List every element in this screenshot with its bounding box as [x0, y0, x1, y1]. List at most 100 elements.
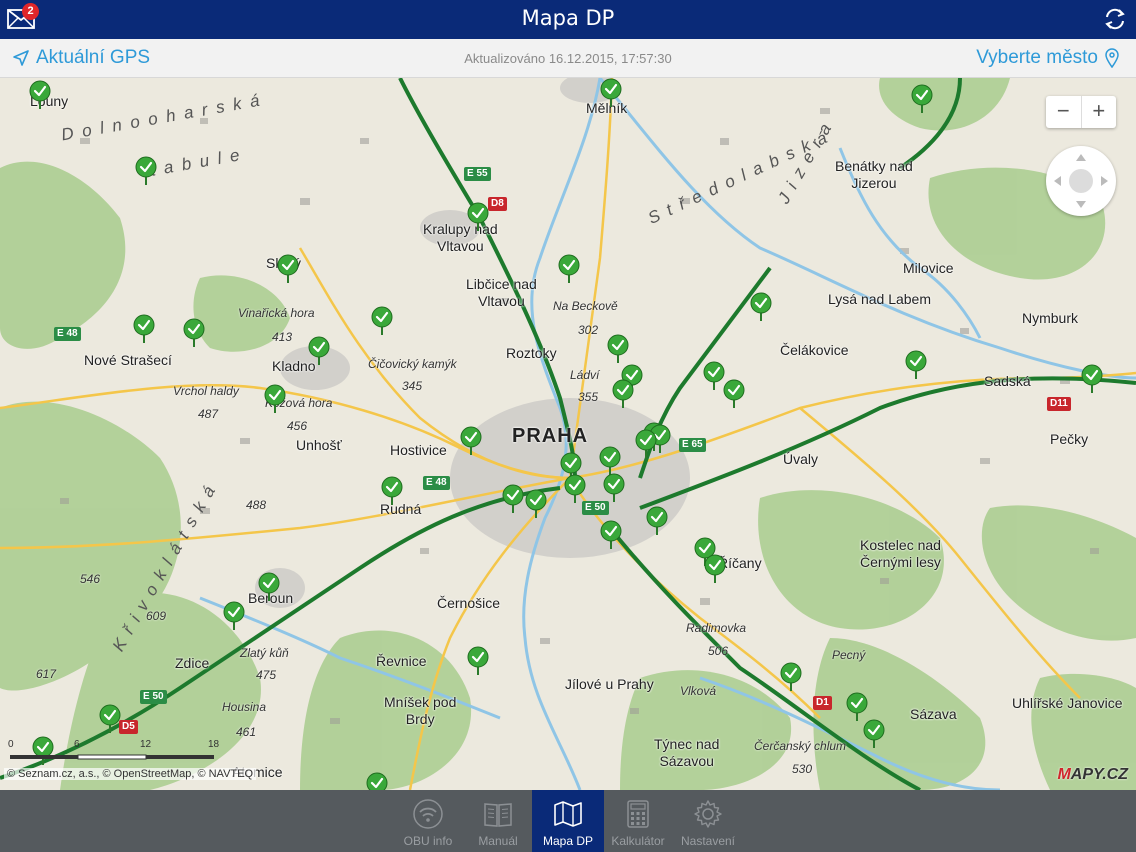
station-pin[interactable] — [703, 361, 725, 391]
checkmark-pin-icon — [183, 318, 205, 347]
station-pin[interactable] — [558, 254, 580, 284]
station-pin[interactable] — [600, 520, 622, 550]
zoom-control: − + — [1046, 96, 1116, 128]
station-pin[interactable] — [460, 426, 482, 456]
station-pin[interactable] — [704, 554, 726, 584]
checkmark-pin-icon — [135, 156, 157, 185]
station-pin[interactable] — [29, 80, 51, 110]
hill-label: 355 — [578, 390, 599, 404]
zoom-out-button[interactable]: − — [1046, 96, 1082, 128]
station-pin[interactable] — [599, 446, 621, 476]
status-bar: Aktuální GPS Aktualizováno 16.12.2015, 1… — [0, 39, 1136, 78]
hill-label: 530 — [792, 762, 813, 776]
wifi-icon — [413, 799, 443, 829]
tab-label: Manuál — [478, 834, 518, 848]
hill-label: Čičovický kamýk — [368, 357, 457, 371]
map-attribution[interactable]: © Seznam.cz, a.s., © OpenStreetMap, © NA… — [4, 768, 257, 780]
station-pin[interactable] — [750, 292, 772, 322]
checkmark-pin-icon — [308, 336, 330, 365]
tab-obu-info[interactable]: OBU info — [392, 790, 464, 852]
map-view[interactable]: D o l n o o h a r s k á t a b u l e S t … — [0, 78, 1136, 790]
hill-label: Ládví — [570, 368, 600, 382]
town-label: Hostivice — [390, 442, 447, 458]
tab-mapa-dp[interactable]: Mapa DP — [532, 790, 604, 852]
map-icon — [554, 801, 582, 827]
select-city-button[interactable]: Vyberte město — [976, 47, 1120, 69]
book-icon — [484, 803, 512, 827]
station-pin[interactable] — [905, 350, 927, 380]
station-pin[interactable] — [502, 484, 524, 514]
gear-icon — [694, 800, 722, 828]
station-pin[interactable] — [723, 379, 745, 409]
tab-manual[interactable]: Manuál — [462, 790, 534, 852]
hill-label: Zlatý kůň — [240, 646, 289, 660]
checkmark-pin-icon — [607, 334, 629, 363]
town-label: Zdice — [175, 655, 210, 671]
station-pin[interactable] — [780, 662, 802, 692]
tab-label: Mapa DP — [542, 834, 594, 848]
station-pin[interactable] — [612, 379, 634, 409]
station-pin[interactable] — [1081, 364, 1103, 394]
station-pin[interactable] — [467, 202, 489, 232]
checkmark-pin-icon — [635, 429, 657, 458]
tab-label: OBU info — [403, 834, 453, 848]
town-label: Kostelec nad Černými lesy — [860, 537, 941, 570]
hill-label: 302 — [578, 323, 599, 337]
station-pin[interactable] — [258, 572, 280, 602]
zoom-in-button[interactable]: + — [1082, 96, 1117, 128]
tab-label: Kalkulátor — [611, 834, 665, 848]
station-pin[interactable] — [607, 334, 629, 364]
pan-control[interactable] — [1046, 146, 1116, 216]
station-pin[interactable] — [646, 506, 668, 536]
station-pin[interactable] — [277, 254, 299, 284]
hill-label: 345 — [402, 379, 423, 393]
station-pin[interactable] — [863, 719, 885, 749]
station-pin[interactable] — [264, 384, 286, 414]
station-pin[interactable] — [381, 476, 403, 506]
station-pin[interactable] — [911, 84, 933, 114]
tab-nastaveni[interactable]: Nastavení — [672, 790, 744, 852]
select-city-label: Vyberte město — [976, 47, 1098, 68]
town-label: Černošice — [437, 595, 501, 611]
station-pin[interactable] — [525, 489, 547, 519]
scale-tick: 0 — [8, 739, 14, 750]
station-pin[interactable] — [846, 692, 868, 722]
station-pin[interactable] — [308, 336, 330, 366]
town-label: Unhošť — [296, 437, 342, 453]
station-pin[interactable] — [564, 474, 586, 504]
town-label: Týnec nad Sázavou — [654, 736, 720, 769]
road-shield: D5 — [119, 720, 138, 734]
checkmark-pin-icon — [600, 78, 622, 107]
hill-label: Čerčanský chlum — [754, 739, 847, 753]
map-scale: 0 6 12 18 — [8, 739, 219, 764]
checkmark-pin-icon — [381, 476, 403, 505]
tab-kalkulator[interactable]: Kalkulátor — [602, 790, 674, 852]
hill-label: 413 — [272, 330, 293, 344]
refresh-button[interactable] — [1102, 6, 1128, 32]
station-pin[interactable] — [366, 772, 388, 790]
station-pin[interactable] — [223, 601, 245, 631]
station-pin[interactable] — [635, 429, 657, 459]
hill-label: 488 — [246, 498, 267, 512]
station-pin[interactable] — [371, 306, 393, 336]
pan-arrows-icon — [1054, 154, 1108, 208]
checkmark-pin-icon — [467, 202, 489, 231]
station-pin[interactable] — [135, 156, 157, 186]
checkmark-pin-icon — [1081, 364, 1103, 393]
town-label: Čelákovice — [780, 342, 849, 358]
station-pin[interactable] — [183, 318, 205, 348]
station-pin[interactable] — [603, 473, 625, 503]
station-pin[interactable] — [99, 704, 121, 734]
checkmark-pin-icon — [29, 80, 51, 109]
checkmark-pin-icon — [612, 379, 634, 408]
mapy-cz-logo[interactable]: MAPY.CZ — [1057, 766, 1128, 784]
scale-tick: 6 — [74, 739, 80, 750]
station-pin[interactable] — [467, 646, 489, 676]
city-label-praha: PRAHA — [512, 425, 589, 447]
station-pin[interactable] — [600, 78, 622, 108]
town-label: Uhlířské Janovice — [1012, 695, 1123, 711]
updated-timestamp: Aktualizováno 16.12.2015, 17:57:30 — [464, 51, 672, 66]
town-label: Jílové u Prahy — [565, 676, 654, 692]
station-pin[interactable] — [133, 314, 155, 344]
tab-label: Nastavení — [680, 834, 736, 848]
